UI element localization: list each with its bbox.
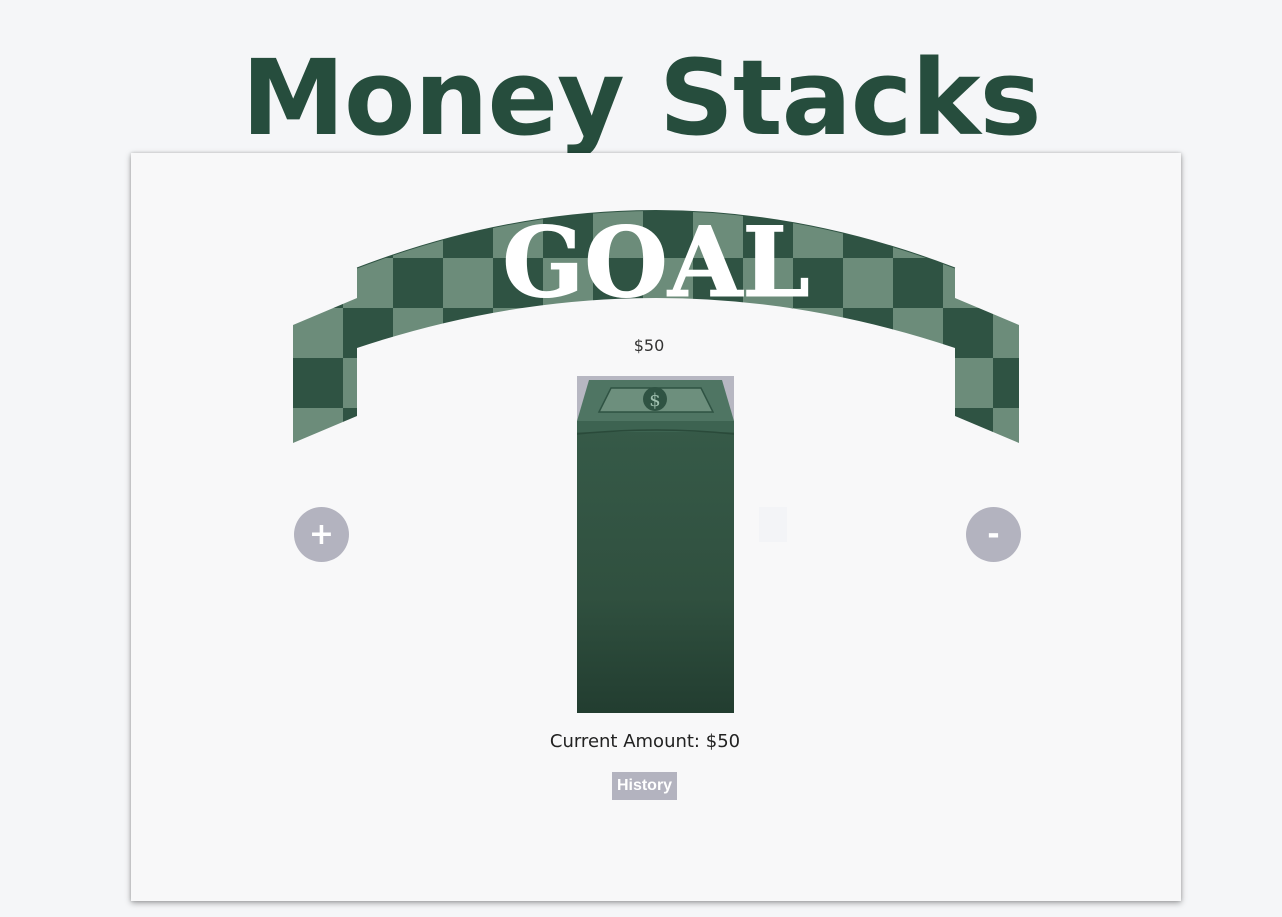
goal-card: GOAL $50 $ + - Current Amount: $50 Histo… bbox=[131, 153, 1181, 901]
remove-money-button[interactable]: - bbox=[966, 507, 1021, 562]
add-money-button[interactable]: + bbox=[294, 507, 349, 562]
dollar-icon: $ bbox=[649, 390, 660, 411]
app-title: Money Stacks bbox=[241, 37, 1041, 159]
goal-banner-text: GOAL bbox=[502, 208, 810, 319]
money-stack-image: $ bbox=[577, 376, 734, 713]
current-amount-label: Current Amount: bbox=[549, 731, 701, 752]
history-button[interactable]: History bbox=[612, 772, 677, 800]
placeholder-box bbox=[759, 507, 787, 542]
current-amount: Current Amount: $50 bbox=[131, 731, 1159, 752]
current-amount-value: $50 bbox=[705, 731, 741, 752]
goal-amount: $50 bbox=[633, 336, 665, 355]
